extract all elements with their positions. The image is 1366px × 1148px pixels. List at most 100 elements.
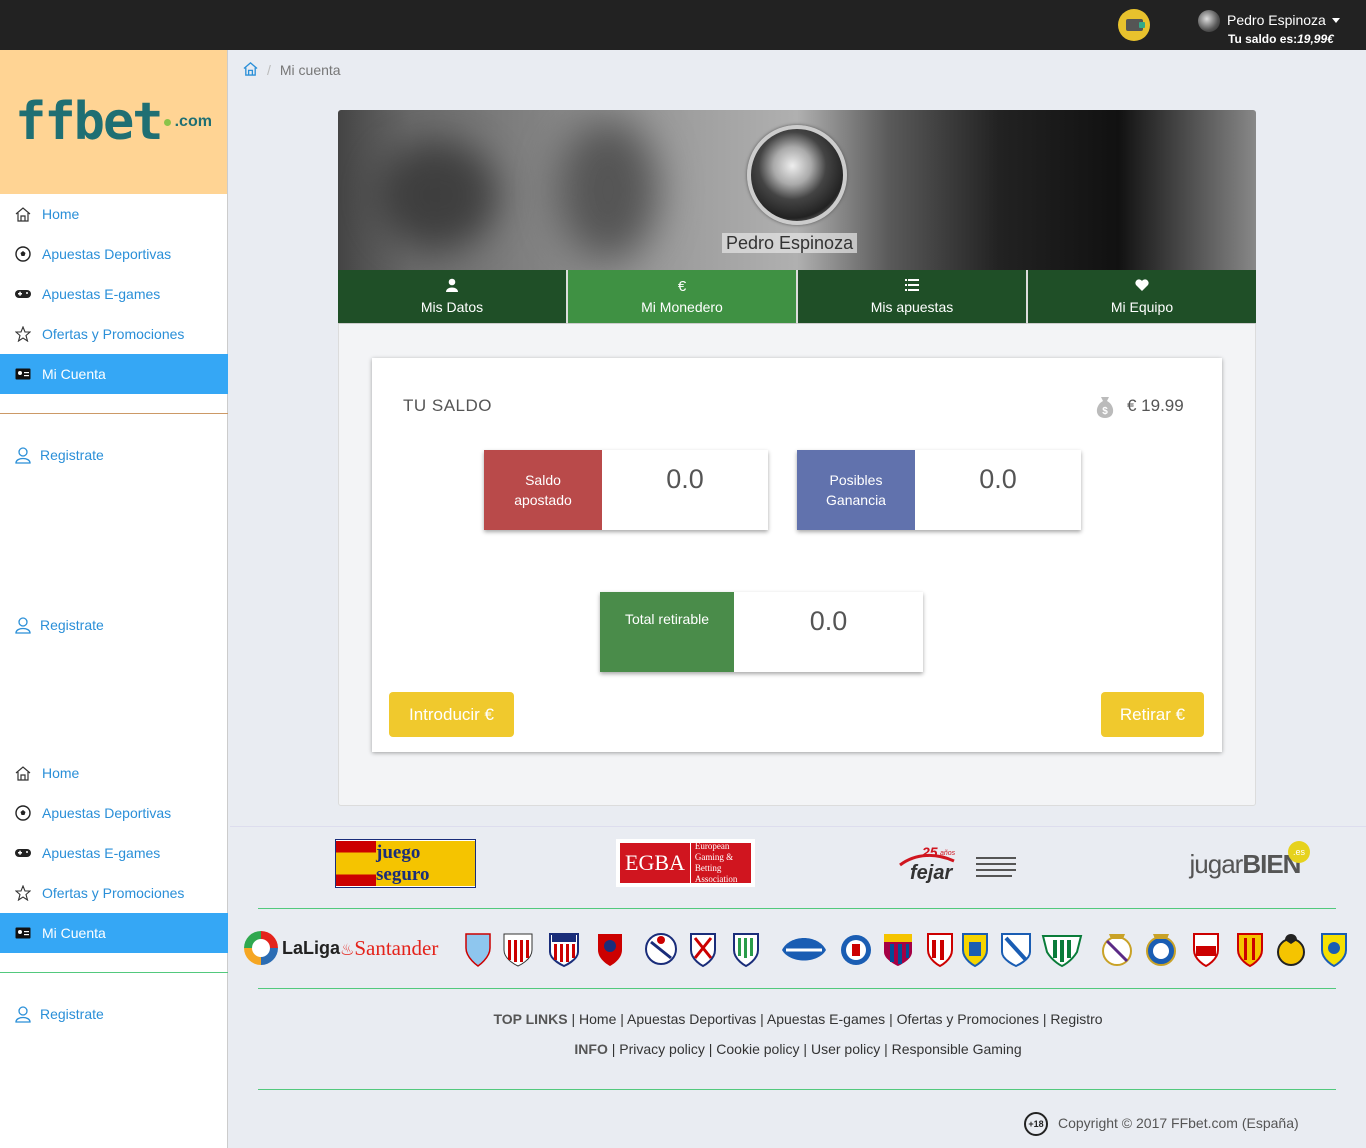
caret-down-icon[interactable] [1332,18,1340,23]
age-18-icon: +18 [1024,1112,1048,1136]
sidebar-item-apuestas-egames[interactable]: Apuestas E-games [0,833,228,873]
girona-crest-icon[interactable] [1232,930,1268,968]
id-card-icon [14,924,32,942]
sidebar-item-home[interactable]: Home [0,194,228,234]
profile-name: Pedro Espinoza [722,233,858,253]
tab-mi-monedero[interactable]: € Mi Monedero [568,270,798,324]
home-icon [14,205,32,223]
info-links: INFO | Privacy policy | Cookie policy | … [574,1041,1022,1057]
money-bag-icon: $ [1092,394,1118,420]
sidebar-item-apuestas-deportivas[interactable]: Apuestas Deportivas [0,234,228,274]
sidebar-item-mi-cuenta[interactable]: Mi Cuenta [0,354,228,394]
top-navbar [0,0,1366,50]
soccer-ball-icon [14,245,32,263]
total-retirable-box: Total retirable 0.0 [600,592,923,672]
deposit-button[interactable]: Introducir € [389,692,514,737]
deportivo-crest-icon[interactable] [643,930,679,968]
malaga-crest-icon[interactable] [998,930,1034,968]
tab-mis-datos[interactable]: Mis Datos [338,270,568,324]
sidebar-item-apuestas-deportivas[interactable]: Apuestas Deportivas [0,793,228,833]
saldo-apostado-value: 0.0 [666,464,704,494]
soccer-ball-icon [14,804,32,822]
gamepad-icon [14,285,32,303]
sidebar-item-registrate[interactable]: Registrate [0,610,228,640]
sidebar-item-home[interactable]: Home [0,753,228,793]
tab-mis-apuestas[interactable]: Mis apuestas [798,270,1028,324]
wallet-icon[interactable] [1118,9,1150,41]
breadcrumb: / Mi cuenta [230,50,1366,90]
sidebar-item-label: Ofertas y Promociones [42,326,185,342]
sidebar-divider [0,972,228,973]
sevilla-crest-icon[interactable] [1188,930,1224,968]
atletico-crest-icon[interactable] [546,930,582,968]
user-menu-name[interactable]: Pedro Espinoza [1227,12,1326,28]
account-tabs: Mis Datos € Mi Monedero Mis apuestas Mi … [338,270,1256,324]
total-retirable-label: Total retirable [600,592,734,672]
leganes-crest-icon[interactable] [728,930,764,968]
sidebar-item-ofertas[interactable]: Ofertas y Promociones [0,873,228,913]
sidebar-item-label: Mi Cuenta [42,925,106,941]
las-palmas-crest-icon[interactable] [957,930,993,968]
footer-link-home[interactable]: Home [579,1011,616,1027]
celta-crest-icon[interactable] [460,930,496,968]
footer-link-privacy[interactable]: Privacy policy [619,1041,705,1057]
euro-icon: € [677,278,687,295]
real-madrid-crest-icon[interactable] [1099,930,1135,968]
user-icon [445,278,459,296]
sidebar-item-label: Mi Cuenta [42,366,106,382]
heart-icon [1135,278,1149,296]
eibar-crest-icon[interactable] [685,930,721,968]
jugarbien-es-badge: .es [1288,841,1310,863]
sidebar-item-registrate[interactable]: Registrate [0,999,228,1029]
tab-label: Mis apuestas [870,299,954,315]
tab-mi-equipo[interactable]: Mi Equipo [1028,270,1256,324]
footer-link-apuestas-egames[interactable]: Apuestas E-games [767,1011,885,1027]
sidebar-item-label: Home [42,765,80,781]
tab-label: Mi Monedero [641,299,723,315]
user-outline-icon [14,446,32,464]
wallet-balance: € 19.99 [1127,396,1184,415]
osasuna-crest-icon[interactable] [592,930,628,968]
sidebar-item-registrate[interactable]: Registrate [0,440,228,470]
footer-link-registro[interactable]: Registro [1050,1011,1102,1027]
valencia-crest-icon[interactable] [1273,930,1309,968]
footer-link-responsible[interactable]: Responsible Gaming [892,1041,1022,1057]
athletic-crest-icon[interactable] [500,930,536,968]
gamepad-icon [14,844,32,862]
laliga-icon [243,930,279,966]
home-icon [14,764,32,782]
barcelona-crest-icon[interactable] [880,930,916,968]
sidebar-item-mi-cuenta[interactable]: Mi Cuenta [0,913,228,953]
footer-link-cookie[interactable]: Cookie policy [716,1041,799,1057]
sidebar-item-ofertas[interactable]: Ofertas y Promociones [0,314,228,354]
espanyol-crest-icon[interactable] [838,930,874,968]
real-sociedad-crest-icon[interactable] [1143,930,1179,968]
id-card-icon [14,365,32,383]
footer-link-user-policy[interactable]: User policy [811,1041,880,1057]
sidebar-divider [0,413,228,414]
logo[interactable]: ffbet .com [0,50,227,194]
user-avatar[interactable] [1198,10,1220,32]
info-label: INFO [574,1041,608,1057]
breadcrumb-current: Mi cuenta [279,62,341,78]
top-links-label: TOP LINKS [493,1011,568,1027]
home-icon[interactable] [243,61,258,79]
juego-seguro-logo[interactable]: juego seguro [335,839,476,888]
jugarbien-logo[interactable]: jugarBIEN .es [1180,841,1310,887]
alaves-crest-icon[interactable] [780,930,828,968]
copyright: Copyright © 2017 FFbet.com (España) [1058,1115,1299,1131]
egba-logo[interactable]: EGBA European Gaming & Betting Associatio… [616,839,755,887]
saldo-apostado-box: Saldo apostado 0.0 [484,450,768,530]
withdraw-button[interactable]: Retirar € [1101,692,1204,737]
star-icon [14,325,32,343]
granada-crest-icon[interactable] [922,930,958,968]
tab-label: Mi Equipo [1110,299,1174,315]
fejar-logo[interactable]: 25 años fejar [896,839,1021,889]
footer-link-apuestas-deportivas[interactable]: Apuestas Deportivas [627,1011,756,1027]
villarreal-crest-icon[interactable] [1316,930,1352,968]
laliga-text: LaLiga [282,938,341,958]
footer-link-ofertas[interactable]: Ofertas y Promociones [897,1011,1039,1027]
tab-label: Mis Datos [420,299,484,315]
betis-crest-icon[interactable] [1041,930,1083,968]
sidebar-item-apuestas-egames[interactable]: Apuestas E-games [0,274,228,314]
